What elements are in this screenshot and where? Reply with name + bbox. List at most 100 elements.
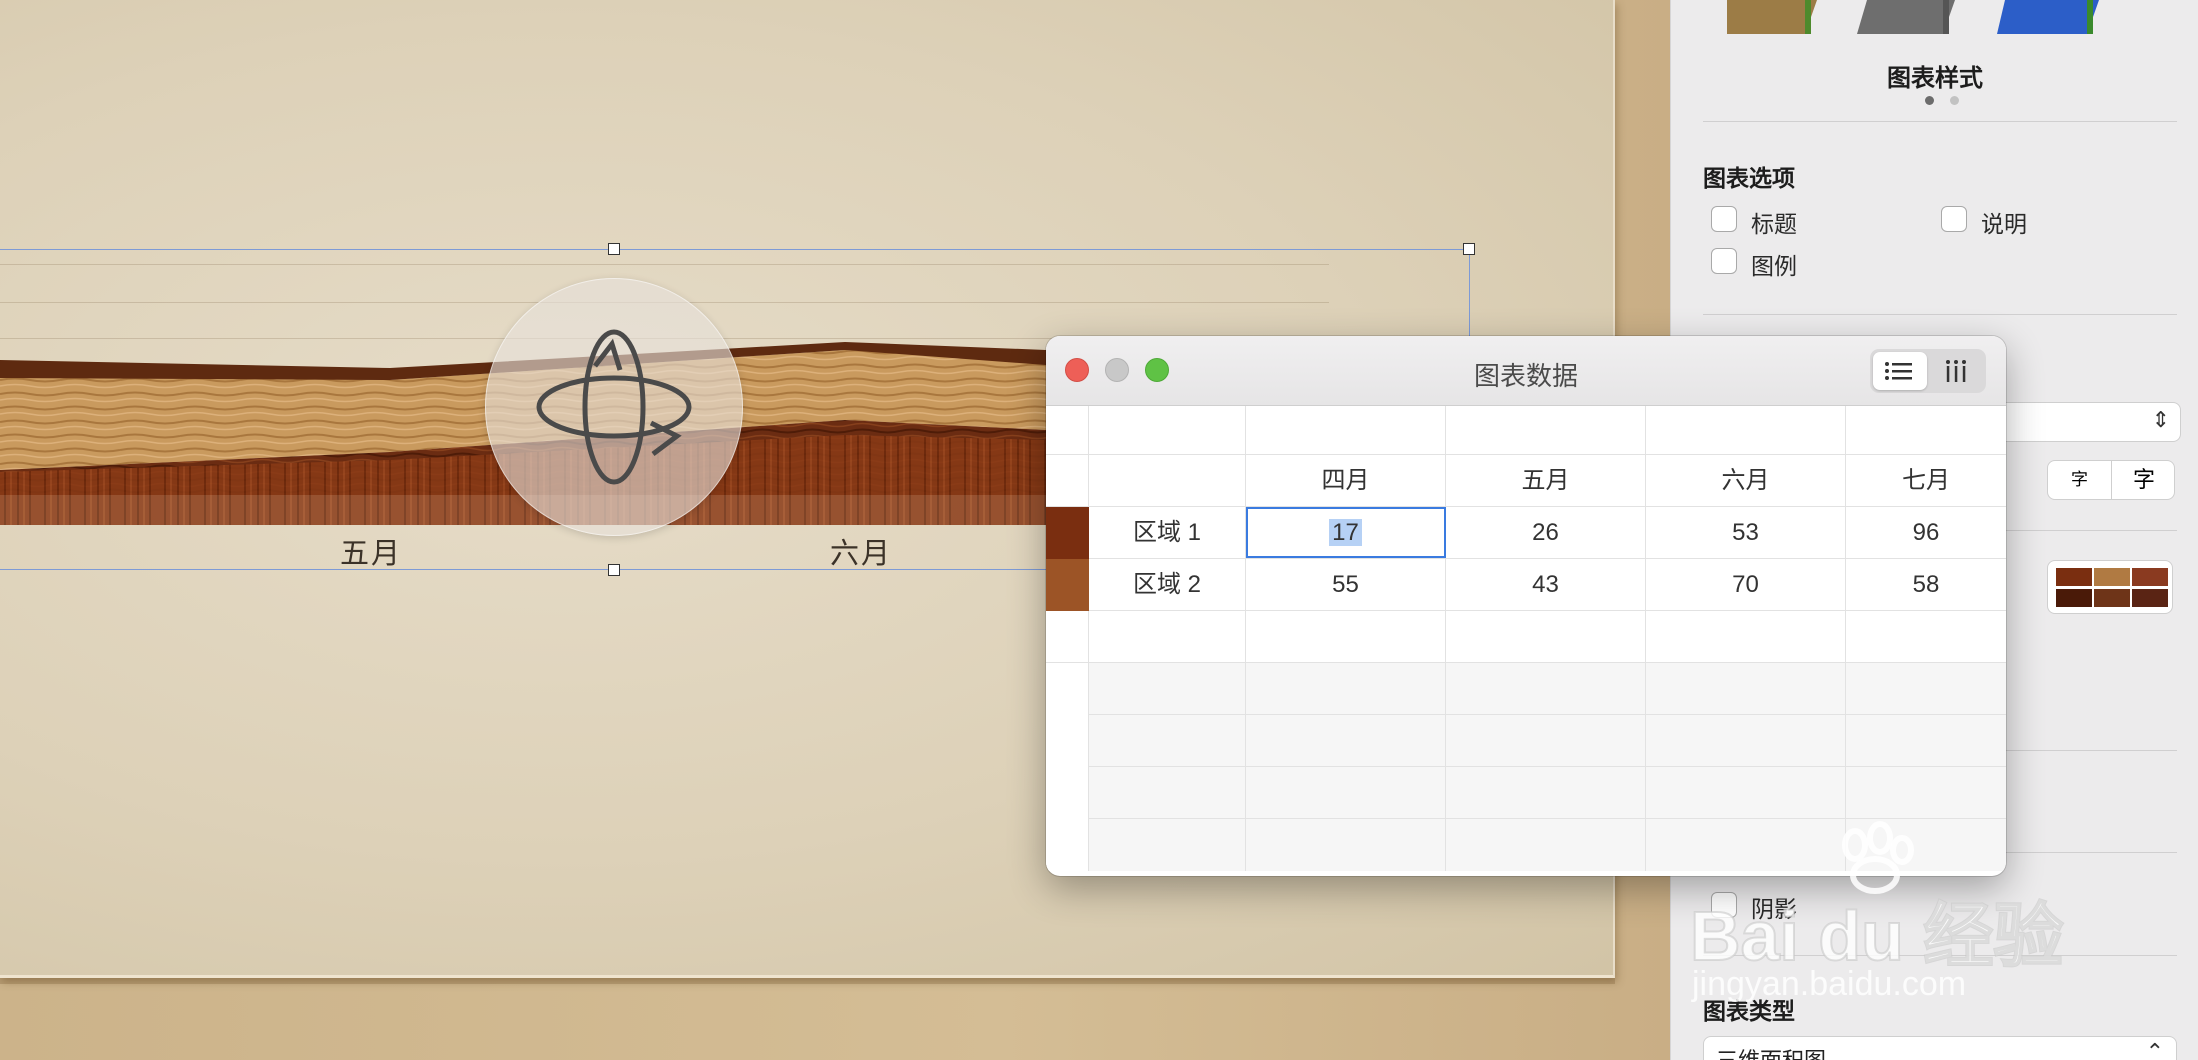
column-header[interactable]: 六月 bbox=[1646, 455, 1846, 507]
window-title: 图表数据 bbox=[1473, 361, 1578, 391]
resize-handle-bottom[interactable] bbox=[608, 564, 620, 576]
series-color-swatch[interactable] bbox=[1046, 507, 1089, 559]
chart-type-select[interactable]: 三维面积图 ⌃ bbox=[1703, 1036, 2177, 1060]
wood-swatches-icon bbox=[2056, 568, 2168, 607]
columns-view-button[interactable] bbox=[1929, 352, 1983, 390]
row-header[interactable]: 区域 2 bbox=[1089, 559, 1246, 611]
table-cell[interactable] bbox=[1446, 406, 1646, 455]
3d-rotate-control[interactable] bbox=[485, 278, 743, 536]
title-option-label: 标题 bbox=[1751, 211, 1797, 237]
increase-font-button[interactable]: 字 bbox=[2112, 461, 2176, 499]
chart-options-heading: 图表选项 bbox=[1703, 165, 1795, 191]
series-color-swatch[interactable] bbox=[1046, 559, 1089, 611]
paper-edge-shadow bbox=[0, 978, 1615, 984]
chart-style-label: 图表样式 bbox=[1887, 65, 1983, 92]
table-cell[interactable] bbox=[1646, 819, 1846, 871]
table-cell[interactable] bbox=[1646, 611, 1846, 663]
columns-icon bbox=[1946, 360, 1966, 382]
table-cell[interactable] bbox=[1446, 715, 1646, 767]
table-cell[interactable] bbox=[1846, 406, 2006, 455]
table-cell[interactable] bbox=[1089, 663, 1246, 715]
page-dot-active[interactable] bbox=[1925, 96, 1934, 105]
chart-type-heading: 图表类型 bbox=[1703, 998, 1795, 1024]
column-header[interactable]: 四月 bbox=[1246, 455, 1446, 507]
table-cell[interactable] bbox=[1646, 406, 1846, 455]
chart-style-thumbnails[interactable] bbox=[1727, 0, 2147, 40]
table-row bbox=[1046, 611, 2006, 663]
table-cell[interactable]: 26 bbox=[1446, 507, 1646, 559]
table-cell[interactable]: 96 bbox=[1846, 507, 2006, 559]
divider bbox=[1703, 955, 2177, 956]
table-cell[interactable] bbox=[1446, 663, 1646, 715]
list-icon bbox=[1885, 362, 1912, 380]
row-gutter bbox=[1046, 663, 1089, 715]
resize-handle-top[interactable] bbox=[608, 243, 620, 255]
table-cell[interactable] bbox=[1446, 611, 1646, 663]
table-cell[interactable]: 43 bbox=[1446, 559, 1646, 611]
table-cell[interactable]: 70 bbox=[1646, 559, 1846, 611]
chart-colors-picker[interactable] bbox=[2047, 560, 2173, 614]
page-dot[interactable] bbox=[1950, 96, 1959, 105]
table-cell[interactable] bbox=[1246, 611, 1446, 663]
row-gutter bbox=[1046, 819, 1089, 871]
table-row: 区域 2 55 43 70 58 bbox=[1046, 559, 2006, 611]
table-cell[interactable] bbox=[1089, 819, 1246, 871]
chart-data-window: 图表数据 四月 五月 六月 七月 区域 1 17 26 53 96 区域 2 5… bbox=[1046, 336, 2006, 876]
table-cell[interactable] bbox=[1846, 663, 2006, 715]
table-cell[interactable]: 53 bbox=[1646, 507, 1846, 559]
table-cell[interactable] bbox=[1846, 715, 2006, 767]
table-cell[interactable] bbox=[1246, 819, 1446, 871]
chart-type-value: 三维面积图 bbox=[1716, 1043, 1826, 1060]
table-cell[interactable] bbox=[1246, 715, 1446, 767]
table-row bbox=[1046, 406, 2006, 455]
divider bbox=[1703, 121, 2177, 122]
table-cell[interactable] bbox=[1846, 819, 2006, 871]
table-cell[interactable] bbox=[1846, 767, 2006, 819]
row-gutter bbox=[1046, 406, 1089, 455]
column-header[interactable]: 七月 bbox=[1846, 455, 2006, 507]
corner-cell[interactable] bbox=[1089, 455, 1246, 507]
window-titlebar[interactable]: 图表数据 bbox=[1046, 336, 2006, 406]
font-size-buttons: 字 字 bbox=[2047, 460, 2175, 500]
legend-option-label: 图例 bbox=[1751, 253, 1797, 279]
resize-handle-top-right[interactable] bbox=[1463, 243, 1475, 255]
chart-axis-label: 五月 bbox=[340, 538, 403, 570]
rows-view-button[interactable] bbox=[1873, 352, 1927, 390]
caption-checkbox[interactable] bbox=[1941, 206, 1967, 232]
shadow-label: 阴影 bbox=[1751, 896, 1797, 922]
row-header[interactable]: 区域 1 bbox=[1089, 507, 1246, 559]
table-cell[interactable] bbox=[1089, 406, 1246, 455]
table-row bbox=[1046, 715, 2006, 767]
table-cell[interactable] bbox=[1089, 611, 1246, 663]
view-segmented-control bbox=[1870, 349, 1986, 393]
divider bbox=[1703, 314, 2177, 315]
chevron-up-icon: ⌃ bbox=[2145, 1039, 2164, 1060]
header-row: 四月 五月 六月 七月 bbox=[1046, 455, 2006, 507]
table-cell[interactable] bbox=[1089, 715, 1246, 767]
column-header[interactable]: 五月 bbox=[1446, 455, 1646, 507]
table-cell[interactable] bbox=[1646, 663, 1846, 715]
rotate-3d-icon bbox=[536, 329, 692, 485]
decrease-font-button[interactable]: 字 bbox=[2048, 461, 2112, 499]
table-cell[interactable] bbox=[1646, 715, 1846, 767]
caption-option-label: 说明 bbox=[1981, 211, 2027, 237]
table-cell[interactable] bbox=[1446, 767, 1646, 819]
table-row bbox=[1046, 819, 2006, 871]
table-cell[interactable]: 55 bbox=[1246, 559, 1446, 611]
table-row: 区域 1 17 26 53 96 bbox=[1046, 507, 2006, 559]
legend-checkbox[interactable] bbox=[1711, 248, 1737, 274]
table-cell[interactable]: 58 bbox=[1846, 559, 2006, 611]
shadow-checkbox[interactable] bbox=[1711, 892, 1737, 918]
table-cell[interactable] bbox=[1246, 767, 1446, 819]
row-gutter bbox=[1046, 455, 1089, 507]
row-gutter bbox=[1046, 611, 1089, 663]
table-cell[interactable] bbox=[1446, 819, 1646, 871]
table-cell[interactable] bbox=[1846, 611, 2006, 663]
table-cell[interactable] bbox=[1246, 406, 1446, 455]
table-cell[interactable] bbox=[1089, 767, 1246, 819]
title-checkbox[interactable] bbox=[1711, 206, 1737, 232]
table-row bbox=[1046, 663, 2006, 715]
chevron-updown-icon: ⇕ bbox=[2151, 407, 2170, 432]
table-cell[interactable] bbox=[1246, 663, 1446, 715]
table-cell[interactable] bbox=[1646, 767, 1846, 819]
